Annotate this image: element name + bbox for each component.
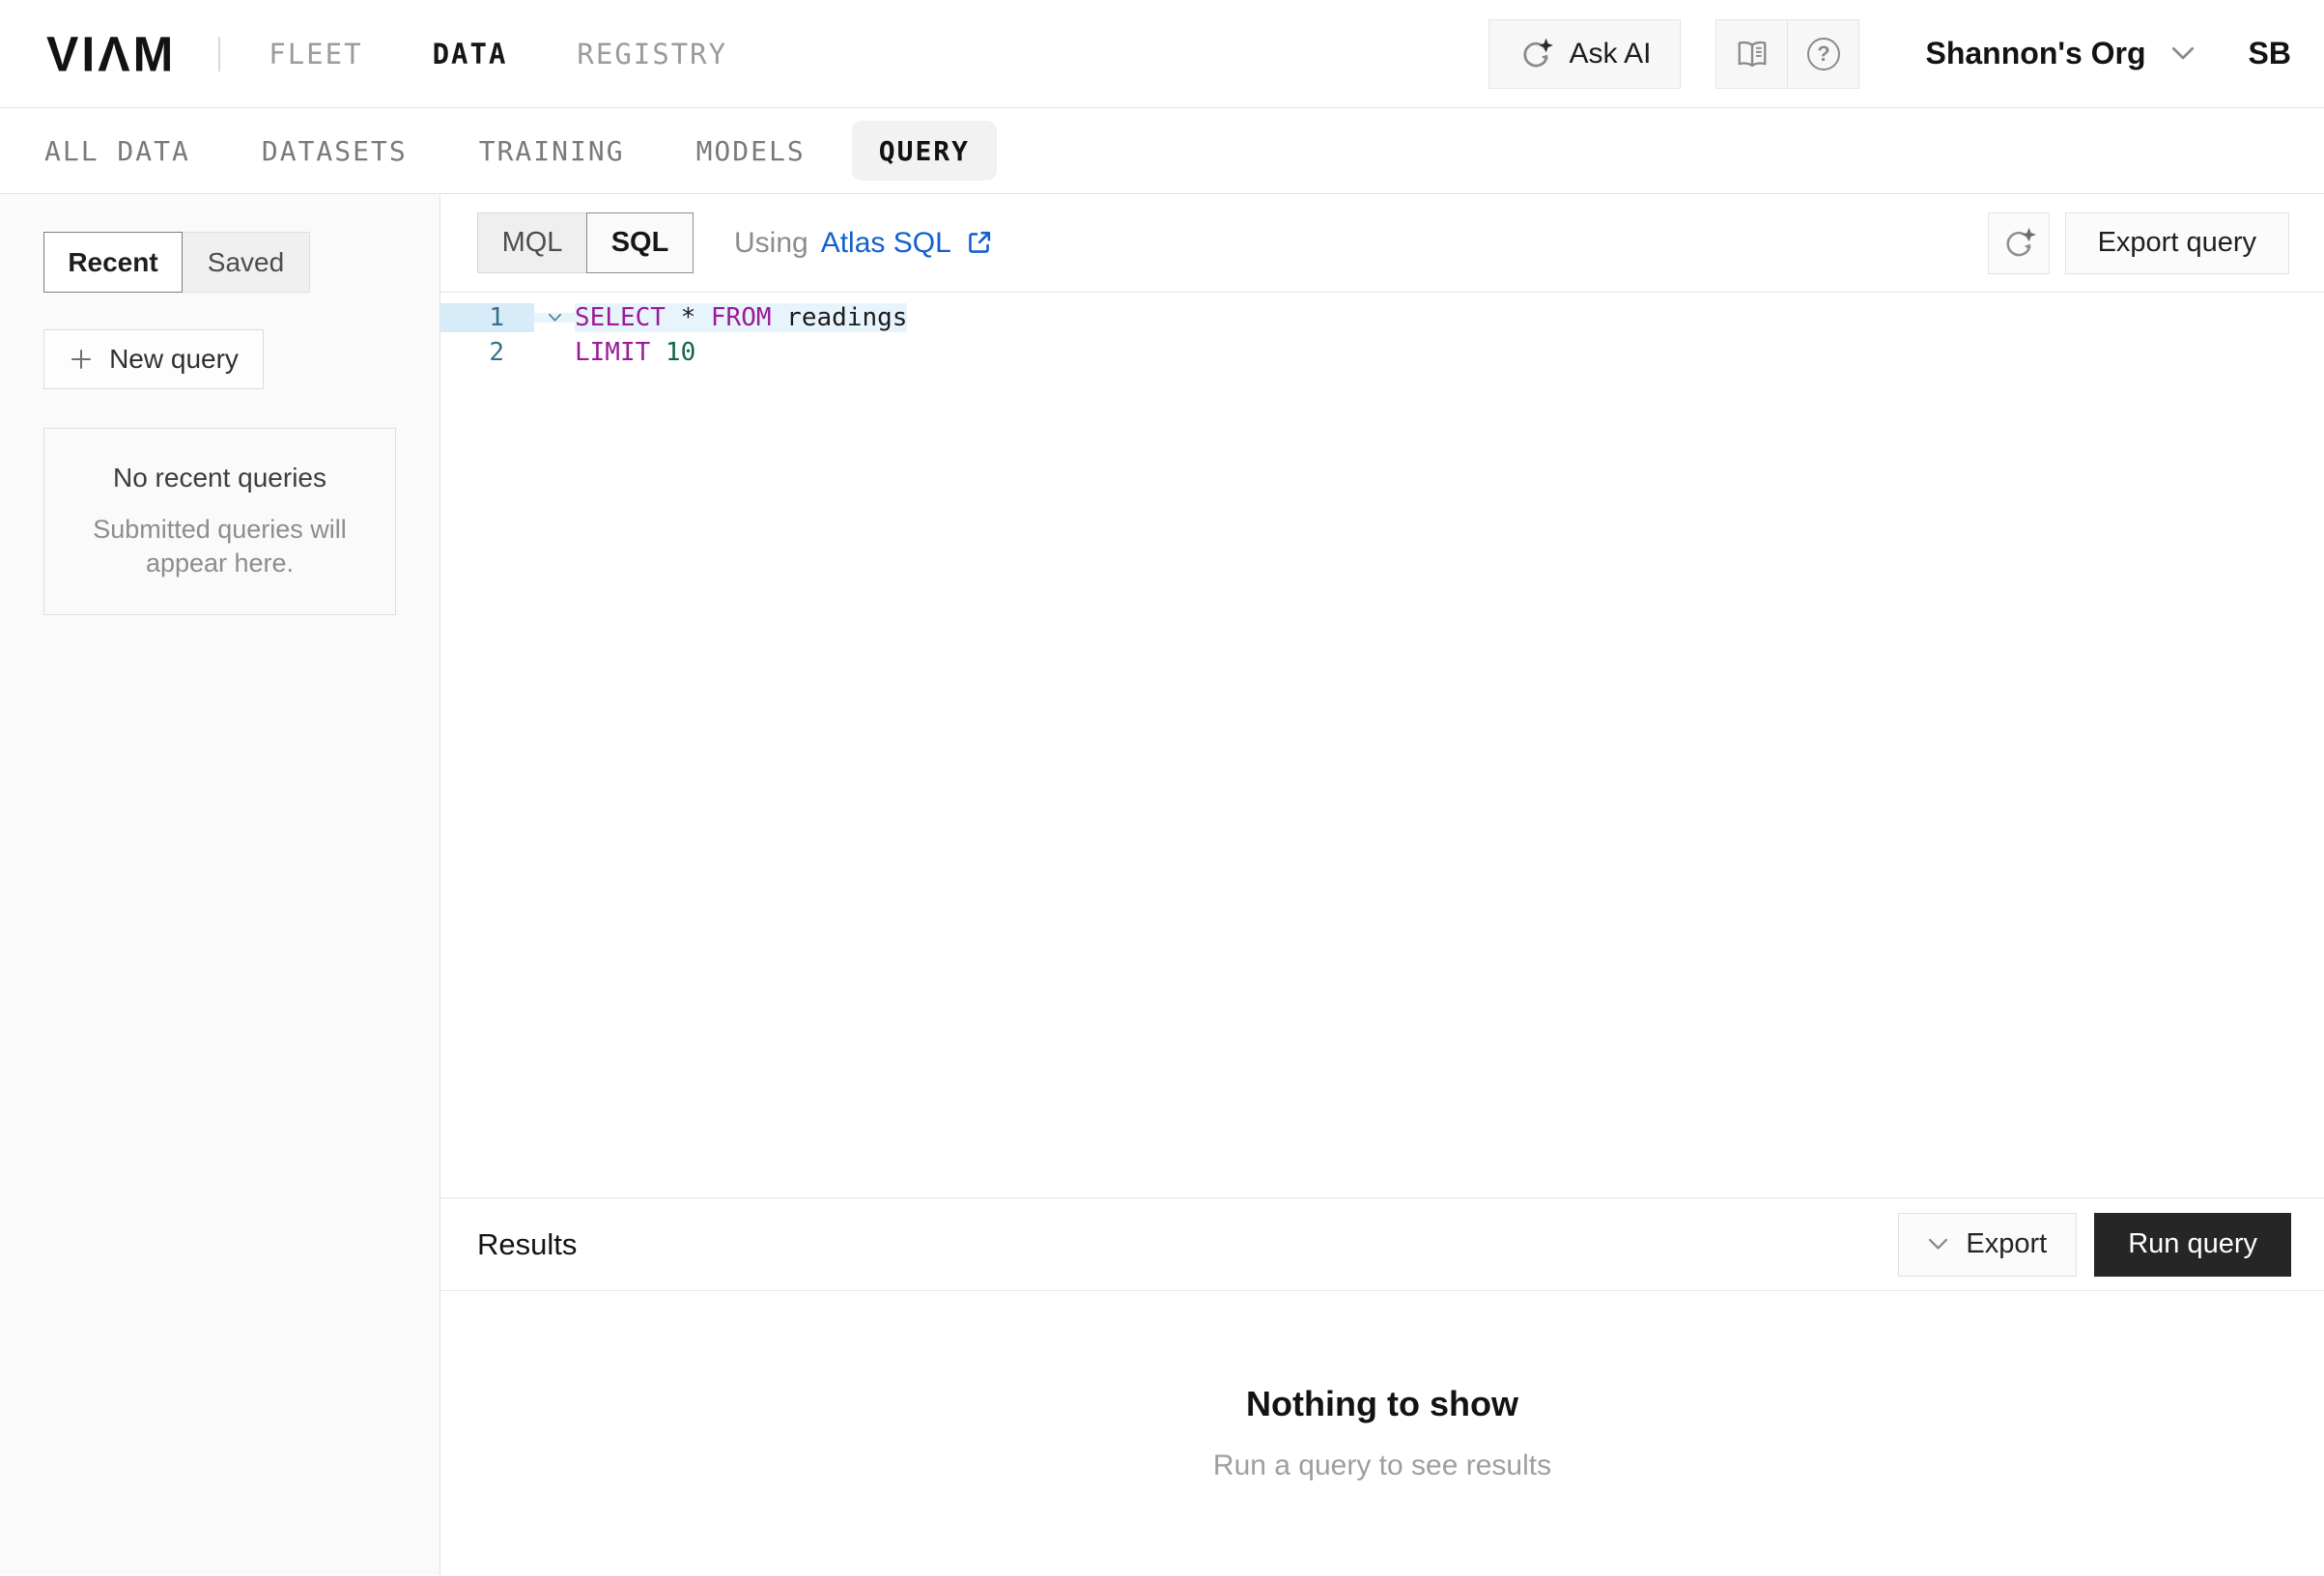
top-nav: VIΛM FLEET DATA REGISTRY Ask AI bbox=[0, 0, 2324, 108]
query-sidebar: Recent Saved New query No recent queries… bbox=[0, 194, 440, 1575]
atlas-sql-link[interactable]: Atlas SQL bbox=[821, 227, 994, 260]
help-icon-group: ? bbox=[1715, 19, 1859, 89]
results-actions: Export Run query bbox=[1898, 1213, 2291, 1277]
docs-button[interactable] bbox=[1716, 20, 1787, 88]
org-switcher[interactable]: Shannon's Org bbox=[1925, 36, 2194, 71]
results-title: Results bbox=[477, 1227, 577, 1262]
line-number: 1 bbox=[440, 303, 534, 332]
viam-data-query-app: VIΛM FLEET DATA REGISTRY Ask AI bbox=[0, 0, 2324, 1576]
results-empty-title: Nothing to show bbox=[1246, 1384, 1518, 1424]
results-empty-subtitle: Run a query to see results bbox=[1213, 1449, 1551, 1482]
run-query-button[interactable]: Run query bbox=[2094, 1213, 2291, 1277]
mode-tab-mql[interactable]: MQL bbox=[477, 212, 587, 273]
fold-chevron-icon[interactable] bbox=[534, 313, 575, 323]
sql-code-editor[interactable]: 1 SELECT * FROM readings 2 LIMIT 10 bbox=[440, 292, 2324, 1197]
chevron-down-icon bbox=[1928, 1238, 1948, 1251]
help-icon: ? bbox=[1807, 38, 1840, 70]
help-button[interactable]: ? bbox=[1788, 20, 1858, 88]
plus-icon bbox=[69, 347, 94, 372]
code-text: LIMIT 10 bbox=[575, 338, 695, 367]
export-results-button[interactable]: Export bbox=[1898, 1213, 2077, 1277]
user-avatar[interactable]: SB bbox=[2249, 36, 2291, 71]
viam-logo[interactable]: VIΛM bbox=[46, 25, 176, 82]
recent-queries-empty-state: No recent queries Submitted queries will… bbox=[43, 428, 396, 615]
results-empty-state: Nothing to show Run a query to see resul… bbox=[440, 1291, 2324, 1575]
tab-saved[interactable]: Saved bbox=[182, 232, 310, 293]
query-main: MQL SQL Using Atlas SQL bbox=[440, 194, 2324, 1575]
book-icon bbox=[1734, 37, 1771, 71]
ask-ai-label: Ask AI bbox=[1569, 38, 1651, 70]
tab-recent[interactable]: Recent bbox=[43, 232, 183, 293]
editor-toolbar-right: Export query bbox=[1988, 212, 2289, 274]
using-atlas-sql: Using Atlas SQL bbox=[734, 227, 994, 260]
new-query-label: New query bbox=[109, 344, 239, 375]
empty-state-subtitle: Submitted queries will appear here. bbox=[71, 513, 368, 580]
topnav-divider bbox=[218, 37, 220, 71]
page-body: Recent Saved New query No recent queries… bbox=[0, 194, 2324, 1575]
topnav-links: FLEET DATA REGISTRY bbox=[269, 38, 727, 70]
chevron-down-icon bbox=[2171, 46, 2195, 61]
subnav-item-training[interactable]: TRAINING bbox=[479, 135, 625, 167]
ask-ai-button[interactable]: Ask AI bbox=[1488, 19, 1681, 89]
code-text: SELECT * FROM readings bbox=[575, 303, 907, 332]
using-label: Using bbox=[734, 227, 808, 260]
sidebar-tabs: Recent Saved bbox=[43, 232, 396, 293]
subnav-item-models[interactable]: MODELS bbox=[696, 135, 806, 167]
topnav-item-registry[interactable]: REGISTRY bbox=[577, 38, 727, 70]
topnav-item-data[interactable]: DATA bbox=[433, 38, 508, 70]
ai-assist-button[interactable] bbox=[1988, 212, 2050, 274]
code-line-1[interactable]: 1 SELECT * FROM readings bbox=[440, 300, 2324, 335]
line-number: 2 bbox=[440, 338, 534, 367]
new-query-button[interactable]: New query bbox=[43, 329, 264, 389]
org-name: Shannon's Org bbox=[1925, 36, 2145, 71]
ai-sparkle-icon bbox=[1518, 37, 1553, 71]
editor-toolbar: MQL SQL Using Atlas SQL bbox=[440, 194, 2324, 292]
subnav-item-datasets[interactable]: DATASETS bbox=[262, 135, 408, 167]
data-subnav: ALL DATA DATASETS TRAINING MODELS QUERY bbox=[0, 108, 2324, 194]
topnav-right: Ask AI ? Shannon bbox=[1488, 19, 2291, 89]
export-query-button[interactable]: Export query bbox=[2065, 212, 2289, 274]
results-header: Results Export Run query bbox=[440, 1197, 2324, 1291]
subnav-item-all-data[interactable]: ALL DATA bbox=[44, 135, 190, 167]
subnav-item-query[interactable]: QUERY bbox=[852, 121, 997, 181]
topnav-item-fleet[interactable]: FLEET bbox=[269, 38, 362, 70]
export-results-label: Export bbox=[1966, 1228, 2047, 1260]
empty-state-title: No recent queries bbox=[113, 463, 326, 493]
external-link-icon bbox=[964, 228, 994, 258]
mode-tab-sql[interactable]: SQL bbox=[586, 212, 694, 273]
code-line-2[interactable]: 2 LIMIT 10 bbox=[440, 335, 2324, 370]
atlas-sql-link-label: Atlas SQL bbox=[821, 227, 951, 260]
ai-sparkle-icon bbox=[2001, 226, 2036, 261]
